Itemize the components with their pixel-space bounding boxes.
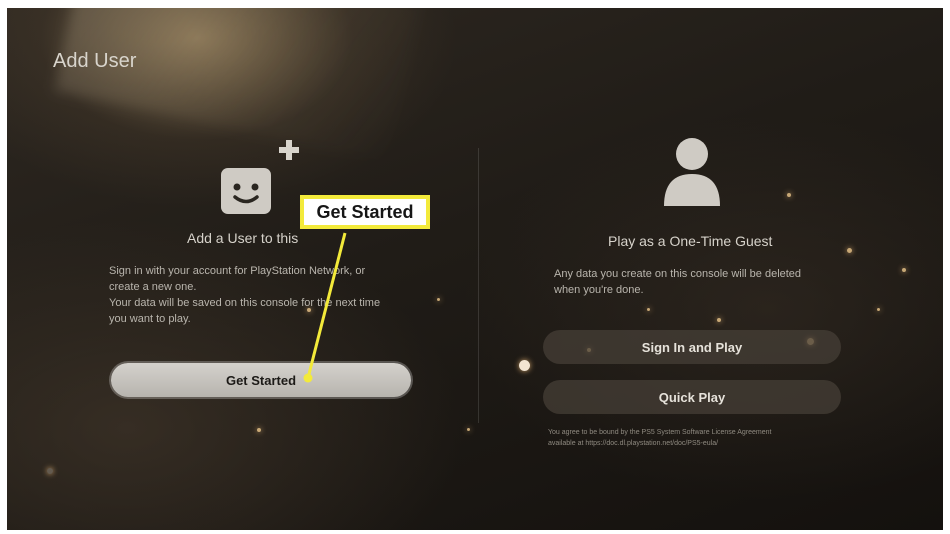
bokeh-particle (717, 318, 721, 322)
guest-heading: Play as a One-Time Guest (608, 233, 773, 249)
page-title: Add User (53, 50, 137, 72)
guest-description: Any data you create on this console will… (554, 266, 854, 298)
face-icon (221, 168, 271, 214)
description-line: create a new one. (109, 281, 197, 293)
get-started-button[interactable]: Get Started (111, 363, 411, 397)
bokeh-particle (467, 428, 470, 431)
description-line: Any data you create on this console will… (554, 268, 802, 280)
description-line: when you're done. (554, 284, 644, 296)
description-line: Your data will be saved on this console … (109, 297, 381, 309)
user-silhouette-icon (664, 138, 720, 206)
add-user-description: Sign in with your account for PlayStatio… (109, 263, 429, 327)
legal-line: You agree to be bound by the PS5 System … (548, 429, 772, 436)
panel-divider (478, 148, 479, 423)
screen-frame: Add User Add a User to this Sign in with… (7, 8, 943, 530)
get-started-callout: Get Started (300, 195, 430, 229)
bokeh-particle (257, 428, 261, 432)
license-agreement-text: You agree to be bound by the PS5 System … (548, 427, 848, 449)
bokeh-particle (519, 360, 530, 371)
bokeh-particle (47, 468, 53, 474)
light-ray (54, 8, 420, 162)
bokeh-particle (437, 298, 440, 301)
bokeh-particle (847, 248, 852, 253)
sign-in-and-play-button[interactable]: Sign In and Play (543, 330, 841, 364)
description-line: you want to play. (109, 313, 191, 325)
description-line: Sign in with your account for PlayStatio… (109, 265, 366, 277)
quick-play-button[interactable]: Quick Play (543, 380, 841, 414)
bokeh-particle (902, 268, 906, 272)
bokeh-particle (877, 308, 880, 311)
bokeh-particle (647, 308, 650, 311)
plus-icon (279, 140, 299, 160)
legal-line: available at https://doc.dl.playstation.… (548, 440, 719, 447)
bokeh-particle (787, 193, 791, 197)
add-user-heading: Add a User to this (187, 230, 299, 246)
